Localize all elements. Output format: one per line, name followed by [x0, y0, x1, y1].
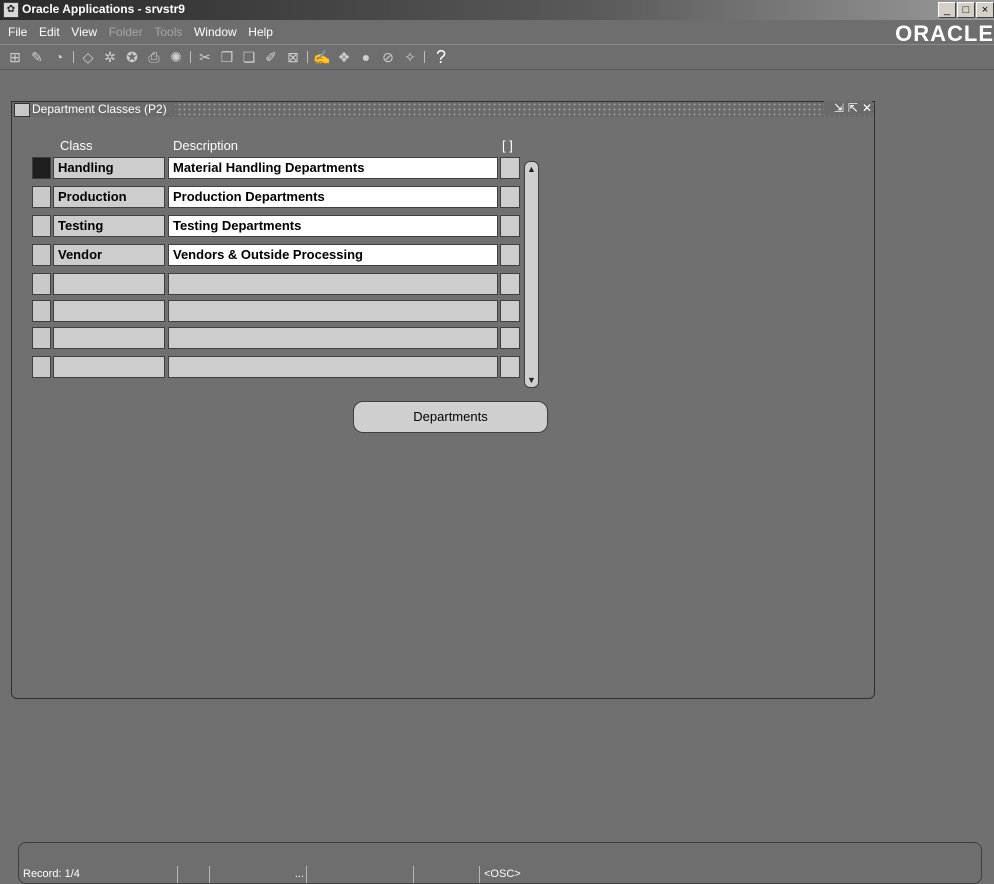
description-field[interactable]: Vendors & Outside Processing [168, 244, 498, 266]
flexfield[interactable] [500, 327, 520, 349]
description-field[interactable] [168, 356, 498, 378]
title-bar: ✿ Oracle Applications - srvstr9 _ □ × [0, 0, 994, 20]
menu-help[interactable]: Help [248, 25, 273, 39]
flexfield[interactable] [500, 356, 520, 378]
menu-edit[interactable]: Edit [39, 25, 60, 39]
flexfield[interactable] [500, 300, 520, 322]
class-field[interactable] [53, 300, 165, 322]
window-controls: _ □ × [938, 2, 994, 18]
description-field[interactable] [168, 300, 498, 322]
close-form-icon[interactable]: ✺ [167, 48, 185, 66]
status-segment [306, 866, 411, 883]
window-title: Oracle Applications - srvstr9 [22, 2, 185, 16]
new-record-icon[interactable]: ⊞ [6, 48, 24, 66]
status-segment [177, 866, 208, 883]
save-icon[interactable]: ✲ [101, 48, 119, 66]
column-header-flexfield[interactable]: [ ] [502, 138, 513, 153]
departments-button[interactable]: Departments [353, 401, 548, 433]
class-field[interactable] [53, 327, 165, 349]
status-mode: <OSC> [479, 866, 521, 883]
zoom-icon[interactable]: ❖ [335, 48, 353, 66]
class-field[interactable] [53, 356, 165, 378]
column-header-description: Description [173, 138, 239, 153]
copy-icon[interactable]: ❐ [218, 48, 236, 66]
status-segment [413, 866, 478, 883]
close-button[interactable]: × [976, 2, 994, 18]
cut-icon[interactable]: ✂ [196, 48, 214, 66]
record-indicator[interactable] [32, 327, 51, 349]
maximize-button[interactable]: □ [957, 2, 975, 18]
scroll-up-icon[interactable]: ▲ [527, 164, 536, 174]
folder-tools-icon[interactable]: ✧ [401, 48, 419, 66]
column-header-class: Class [60, 138, 93, 153]
attachments-icon[interactable]: ⊘ [379, 48, 397, 66]
menu-view[interactable]: View [71, 25, 97, 39]
edit-field-icon[interactable]: ✍ [313, 48, 331, 66]
record-indicator[interactable] [32, 356, 51, 378]
description-field[interactable]: Testing Departments [168, 215, 498, 237]
vertical-scrollbar[interactable]: ▲ ▼ [524, 161, 539, 388]
maximize-icon[interactable]: ⇱ [848, 101, 858, 115]
paste-icon[interactable]: ❏ [240, 48, 258, 66]
record-indicator[interactable] [32, 157, 51, 179]
delete-record-icon[interactable]: ⊠ [284, 48, 302, 66]
form-title: Department Classes (P2) [32, 102, 175, 116]
description-field[interactable] [168, 273, 498, 295]
status-ellipsis: ... [209, 866, 304, 883]
record-indicator[interactable] [32, 273, 51, 295]
form-title-bar: Department Classes (P2) ⇲ ⇱ ✕ [12, 101, 874, 117]
status-bar: Record: 1/4 ... <OSC> [19, 866, 994, 883]
description-field[interactable]: Material Handling Departments [168, 157, 498, 179]
menu-bar: File Edit View Folder Tools Window Help … [0, 20, 994, 46]
record-indicator[interactable] [32, 215, 51, 237]
flexfield[interactable] [500, 215, 520, 237]
flexfield[interactable] [500, 157, 520, 179]
flexfield[interactable] [500, 273, 520, 295]
menu-folder[interactable]: Folder [109, 25, 143, 39]
navigator-icon[interactable]: ◔ [50, 48, 68, 66]
help-icon[interactable]: ? [432, 48, 450, 66]
record-indicator[interactable] [32, 244, 51, 266]
find-icon[interactable]: ✎ [28, 48, 46, 66]
form-window-controls: ⇲ ⇱ ✕ [823, 101, 872, 115]
minimize-icon[interactable]: ⇲ [834, 101, 844, 115]
class-field[interactable] [53, 273, 165, 295]
open-icon[interactable]: ◇ [79, 48, 97, 66]
next-step-icon[interactable]: ✪ [123, 48, 141, 66]
department-classes-window: Department Classes (P2) ⇲ ⇱ ✕ Class Descri… [11, 101, 875, 699]
class-field[interactable]: Testing [53, 215, 165, 237]
record-indicator[interactable] [32, 186, 51, 208]
record-indicator[interactable] [32, 300, 51, 322]
flexfield[interactable] [500, 186, 520, 208]
translations-icon[interactable]: ● [357, 48, 375, 66]
record-count: Record: 1/4 [23, 868, 80, 880]
form-icon [14, 103, 30, 117]
minimize-button[interactable]: _ [938, 2, 956, 18]
scroll-down-icon[interactable]: ▼ [527, 375, 536, 385]
print-icon[interactable]: ⎙ [145, 48, 163, 66]
close-icon[interactable]: ✕ [862, 101, 872, 115]
app-icon: ✿ [3, 2, 19, 18]
description-field[interactable] [168, 327, 498, 349]
menu-file[interactable]: File [8, 25, 27, 39]
class-field[interactable]: Handling [53, 157, 165, 179]
clear-record-icon[interactable]: ✐ [262, 48, 280, 66]
description-field[interactable]: Production Departments [168, 186, 498, 208]
flexfield[interactable] [500, 244, 520, 266]
toolbar: ⊞ ✎ ◔ ◇ ✲ ✪ ⎙ ✺ ✂ ❐ ❏ ✐ ⊠ ✍ ❖ ● ⊘ ✧ ? [0, 44, 994, 70]
class-field[interactable]: Vendor [53, 244, 165, 266]
menu-window[interactable]: Window [194, 25, 237, 39]
menu-tools[interactable]: Tools [154, 25, 182, 39]
class-field[interactable]: Production [53, 186, 165, 208]
